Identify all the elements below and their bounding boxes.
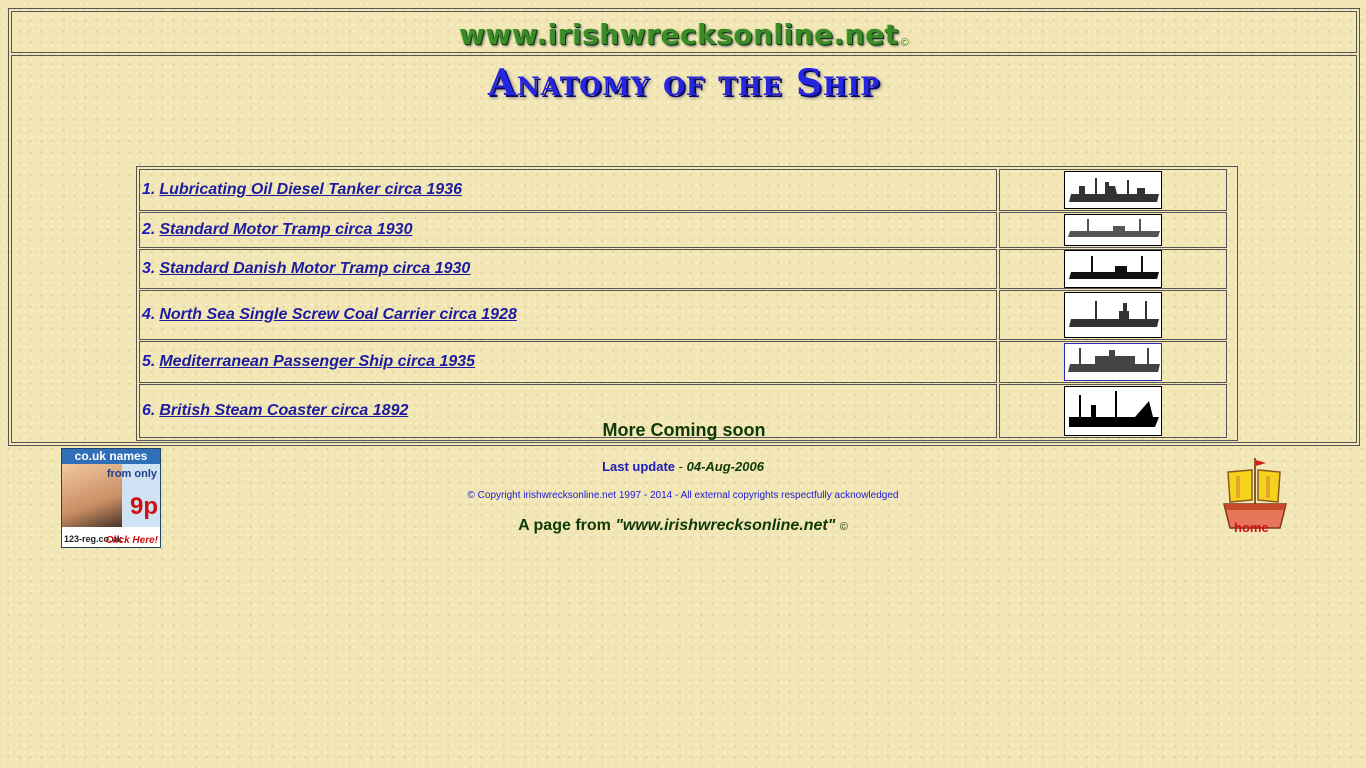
page-from-copyright: © — [839, 521, 848, 533]
ship-thumbnail-cell — [999, 169, 1227, 211]
page-title: Anatomy of the Ship — [487, 62, 881, 104]
ship-thumbnail-cell — [999, 249, 1227, 289]
ship-number: 2. — [142, 221, 156, 238]
ship-name-cell: 1. Lubricating Oil Diesel Tanker circa 1… — [139, 169, 997, 211]
last-update-label: Last update — [602, 459, 676, 474]
ship-thumbnail-cell — [999, 290, 1227, 340]
ship-thumbnail[interactable] — [1064, 292, 1162, 338]
ship-link-steam-coaster[interactable]: British Steam Coaster circa 1892 — [159, 402, 408, 420]
ship-table: 1. Lubricating Oil Diesel Tanker circa 1… — [136, 166, 1238, 441]
more-coming-text: More Coming soon — [602, 420, 766, 440]
ship-thumbnail[interactable] — [1064, 250, 1162, 288]
ship-thumbnail[interactable] — [1064, 343, 1162, 381]
table-row: 4. North Sea Single Screw Coal Carrier c… — [139, 290, 1235, 340]
table-row: 1. Lubricating Oil Diesel Tanker circa 1… — [139, 169, 1235, 211]
copyright-notice: © Copyright irishwrecksonline.net 1997 -… — [467, 490, 899, 501]
table-row: 2. Standard Motor Tramp circa 1930 — [139, 212, 1235, 248]
ship-link-coal-carrier[interactable]: North Sea Single Screw Coal Carrier circ… — [159, 306, 517, 324]
page-from-prefix: A page from — [518, 517, 616, 534]
table-row: 3. Standard Danish Motor Tramp circa 193… — [139, 249, 1235, 289]
last-update-separator: - — [678, 459, 683, 474]
ship-link-oil-tanker[interactable]: Lubricating Oil Diesel Tanker circa 1936 — [159, 181, 462, 199]
main-panel: Anatomy of the Ship 1. Lubricating Oil D… — [11, 55, 1357, 443]
site-logo: www.irishwrecksonline.net — [459, 18, 899, 51]
ship-name-cell: 5. Mediterranean Passenger Ship circa 19… — [139, 341, 997, 383]
page-frame: www.irishwrecksonline.net © Anatomy of th… — [8, 8, 1360, 446]
ship-link-motor-tramp[interactable]: Standard Motor Tramp circa 1930 — [159, 221, 412, 239]
ship-name-cell: 4. North Sea Single Screw Coal Carrier c… — [139, 290, 997, 340]
ship-thumbnail-cell — [999, 341, 1227, 383]
ship-number: 1. — [142, 181, 156, 198]
site-header: www.irishwrecksonline.net © — [11, 11, 1357, 53]
last-update: Last update - 04-Aug-2006 — [0, 459, 1366, 474]
ship-number: 6. — [142, 402, 156, 419]
ship-thumbnail[interactable] — [1064, 171, 1162, 209]
ship-link-passenger-ship[interactable]: Mediterranean Passenger Ship circa 1935 — [159, 353, 475, 371]
ship-name-cell: 3. Standard Danish Motor Tramp circa 193… — [139, 249, 997, 289]
last-update-date: 04-Aug-2006 — [686, 459, 764, 474]
ship-number: 3. — [142, 260, 156, 277]
ship-number: 5. — [142, 353, 156, 370]
ship-name-cell: 2. Standard Motor Tramp circa 1930 — [139, 212, 997, 248]
header-copyright-symbol: © — [900, 37, 909, 49]
table-row: 5. Mediterranean Passenger Ship circa 19… — [139, 341, 1235, 383]
home-label: home — [1234, 520, 1269, 535]
page-from: A page from "www.irishwrecksonline.net" … — [0, 517, 1366, 535]
ship-thumbnail-cell — [999, 212, 1227, 248]
ad-click-text: Click Here! — [105, 535, 158, 546]
ship-link-danish-motor-tramp[interactable]: Standard Danish Motor Tramp circa 1930 — [159, 260, 470, 278]
ship-number: 4. — [142, 306, 156, 323]
ship-thumbnail[interactable] — [1064, 214, 1162, 246]
home-button[interactable]: home — [1222, 458, 1288, 538]
page-from-site: "www.irishwrecksonline.net" — [615, 517, 836, 534]
